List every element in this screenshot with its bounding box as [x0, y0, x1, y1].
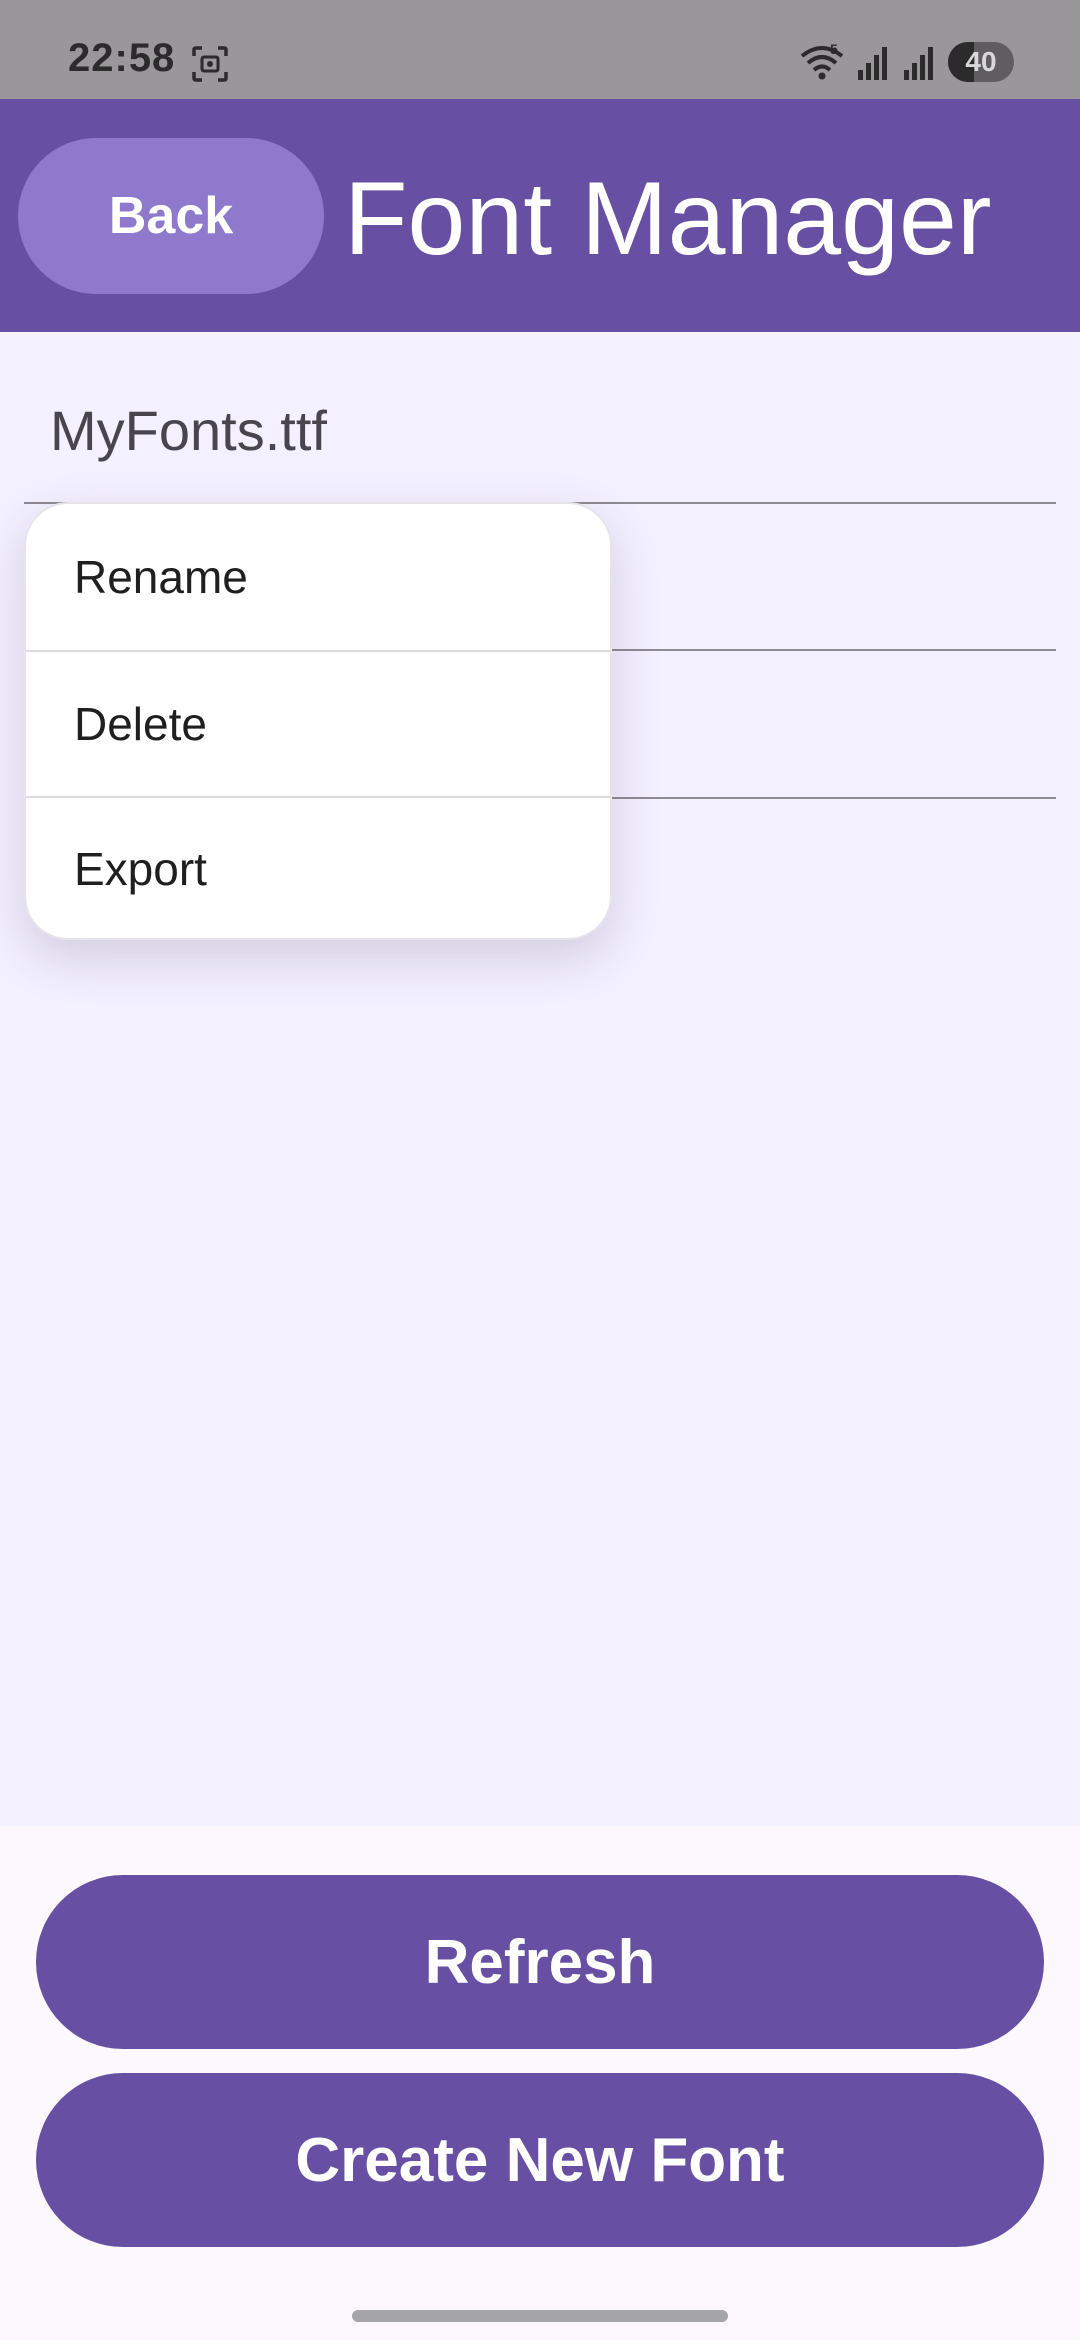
status-time: 22:58 [68, 36, 176, 80]
svg-text:5: 5 [830, 42, 838, 57]
font-list-item[interactable]: MyFonts.ttf [24, 332, 1056, 504]
page-title: Font Manager [344, 161, 992, 277]
menu-item-export[interactable]: Export [26, 796, 610, 938]
screenshot-icon [192, 46, 228, 82]
top-app-bar: Back Font Manager [0, 99, 1080, 332]
signal-icon [858, 47, 887, 80]
menu-item-delete[interactable]: Delete [26, 651, 610, 797]
menu-item-rename[interactable]: Rename [26, 504, 610, 650]
wifi-icon: 5 [800, 42, 844, 80]
create-new-font-button[interactable]: Create New Font [36, 2073, 1044, 2247]
home-indicator[interactable] [352, 2310, 728, 2322]
context-menu: Rename Delete Export [24, 502, 612, 940]
status-icons: 5 40 [800, 38, 1014, 86]
battery-icon: 40 [948, 42, 1014, 82]
font-file-name: MyFonts.ttf [50, 399, 327, 462]
refresh-button[interactable]: Refresh [36, 1875, 1044, 2049]
bottom-actions: Refresh Create New Font [0, 1826, 1080, 2340]
status-bar: 22:58 5 40 [0, 0, 1080, 99]
signal-icon [904, 47, 933, 80]
battery-level: 40 [965, 46, 997, 77]
back-button[interactable]: Back [18, 138, 324, 294]
font-manager-screen: 22:58 5 40 Back Font Manager MyFonts.ttf… [0, 0, 1080, 2340]
